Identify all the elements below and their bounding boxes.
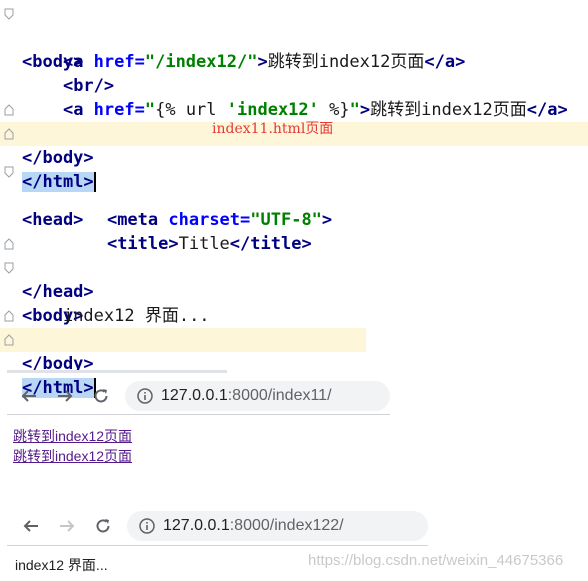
code-tag: > (257, 52, 268, 72)
forward-arrow-icon (60, 520, 75, 532)
index12-link[interactable]: 跳转到index12页面 (13, 446, 132, 466)
toolbar-divider (7, 545, 428, 546)
browser-toolbar-index12: 127.0.0.1:8000/index122/ (7, 508, 428, 544)
index12-link[interactable]: 跳转到index12页面 (13, 426, 132, 446)
reload-button[interactable] (89, 384, 113, 408)
forward-button[interactable] (53, 384, 77, 408)
code-line: </body> (0, 304, 588, 374)
back-arrow-icon (23, 520, 38, 532)
toolbar-top-edge (7, 370, 227, 373)
page-body-text: index12 界面... (15, 557, 108, 573)
url-host: 127.0.0.1 (163, 517, 230, 534)
fold-marker-icon[interactable] (4, 310, 14, 322)
url-host: 127.0.0.1 (161, 387, 228, 404)
url-path: :8000/index122/ (229, 517, 344, 534)
info-icon[interactable] (137, 388, 153, 404)
address-bar[interactable]: 127.0.0.1:8000/index11/ (125, 381, 390, 411)
forward-arrow-icon (58, 390, 73, 402)
fold-marker-icon[interactable] (4, 262, 14, 274)
reload-icon (94, 389, 108, 403)
fold-marker-icon[interactable] (4, 238, 14, 250)
fold-marker-icon[interactable] (4, 334, 14, 346)
annotation-label: index11.html页面 (212, 121, 334, 137)
code-line-current: </html> (0, 328, 366, 398)
reload-button[interactable] (91, 514, 115, 538)
browser-toolbar-index11: 127.0.0.1:8000/index11/ (7, 378, 390, 414)
code-line: <a href="/index12/">跳转到index12页面</a> (22, 26, 465, 72)
code-line: </head> (0, 232, 588, 302)
code-line: <meta charset="UTF-8"> (66, 184, 332, 230)
fold-marker-icon[interactable] (4, 8, 14, 20)
code-line: <a href="{% url 'index12' %}">跳转到index12… (22, 74, 568, 120)
code-line: index12 界面... (22, 280, 210, 326)
info-icon[interactable] (139, 518, 155, 534)
reload-icon (96, 519, 110, 533)
code-line: <body> (0, 2, 588, 72)
forward-button[interactable] (55, 514, 79, 538)
fold-marker-icon[interactable] (4, 166, 14, 178)
code-line: <title>Title</title> (66, 208, 312, 254)
address-bar[interactable]: 127.0.0.1:8000/index122/ (127, 511, 428, 541)
url-path: :8000/index11/ (227, 387, 332, 404)
watermark: https://blog.csdn.net/weixin_44675366 (308, 552, 564, 569)
code-tag: </a> (424, 52, 466, 72)
back-button[interactable] (17, 384, 41, 408)
toolbar-divider (7, 414, 390, 415)
code-line: <head> (0, 160, 588, 230)
code-string: "/index12/" (144, 52, 258, 72)
code-text: 跳转到index12页面 (267, 52, 425, 72)
fold-marker-icon[interactable] (4, 104, 14, 116)
code-line: <br/> (22, 50, 114, 96)
code-tag: > (321, 210, 333, 230)
code-line: <body> (0, 256, 588, 326)
back-arrow-icon (21, 390, 36, 402)
back-button[interactable] (19, 514, 43, 538)
fold-marker-icon[interactable] (4, 128, 14, 140)
editor-snippet-index12: <head> <meta charset="UTF-8"> <title>Tit… (0, 160, 588, 398)
